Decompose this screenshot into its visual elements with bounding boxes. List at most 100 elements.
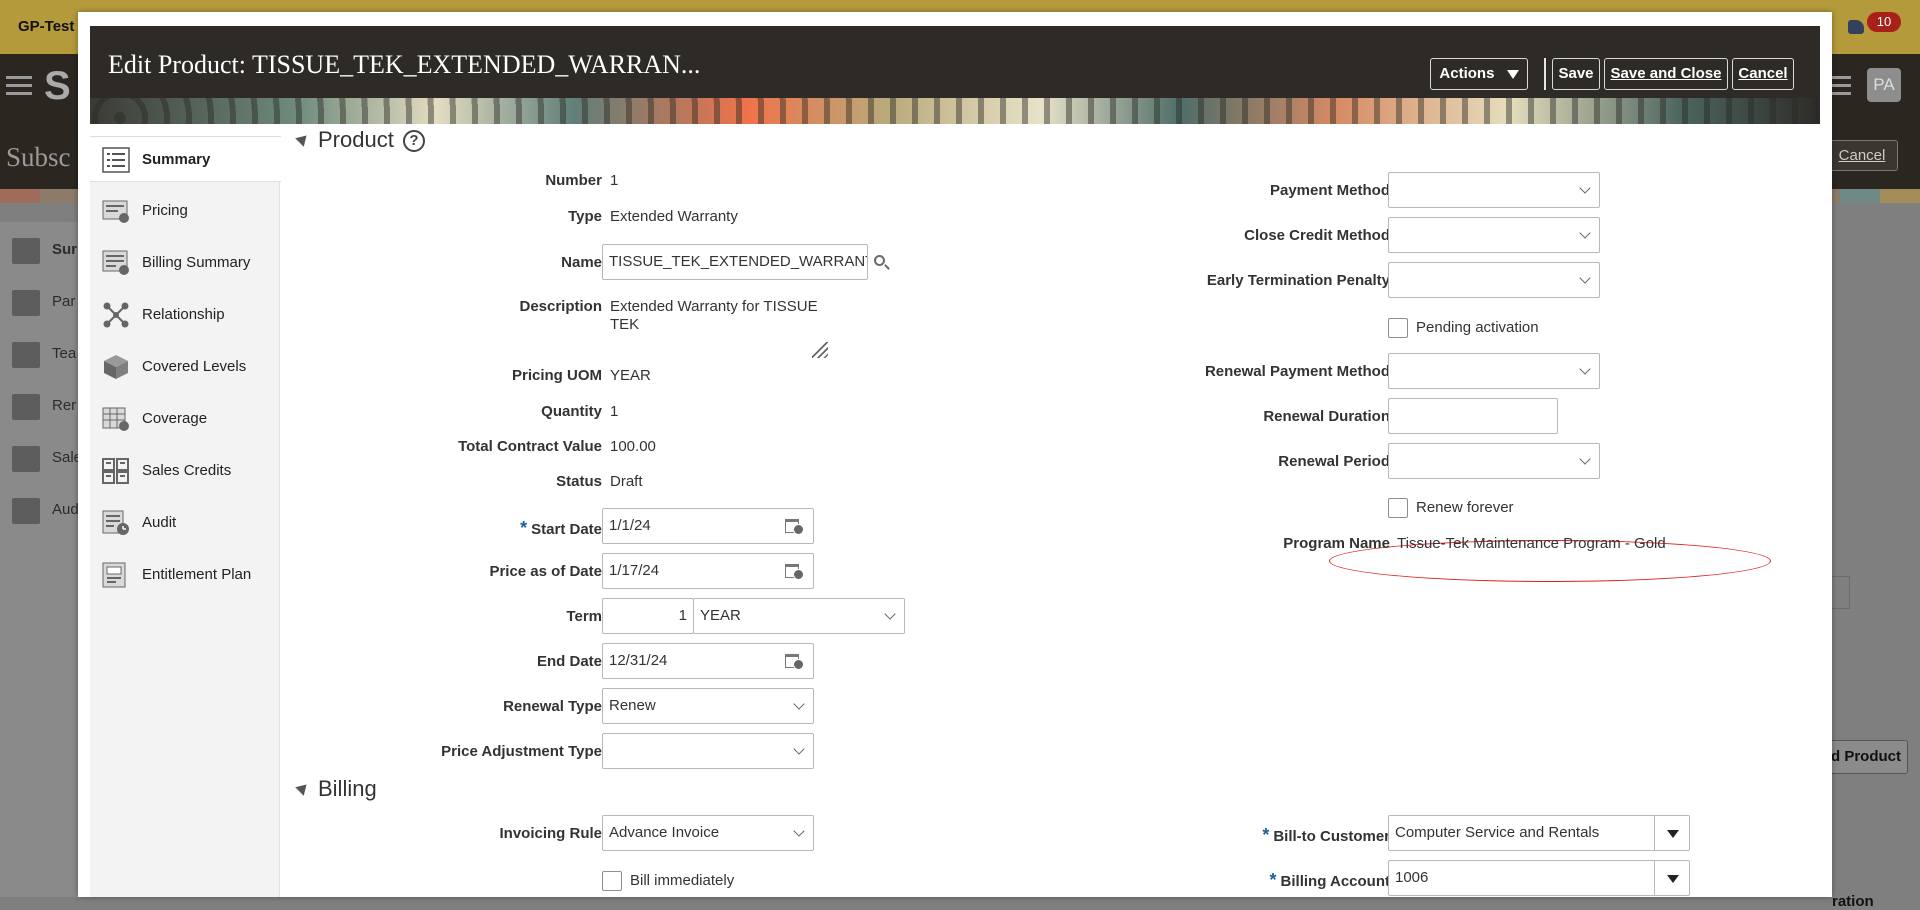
nav-item-coverage[interactable]: Coverage [90, 396, 280, 442]
pricing-uom-value: YEAR [610, 367, 651, 384]
nav-label: Pricing [142, 202, 188, 219]
nav-item-entitlement-plan[interactable]: Entitlement Plan [90, 552, 280, 598]
renewal-payment-method-label: Renewal Payment Method [1204, 363, 1390, 380]
billing-section-title: Billing [318, 776, 377, 801]
sales-credits-icon [102, 458, 129, 484]
dialog-header: Edit Product: TISSUE_TEK_EXTENDED_WARRAN… [90, 26, 1820, 124]
audit-icon [102, 510, 129, 535]
description-textarea[interactable]: Extended Warranty for TISSUE TEK [602, 292, 828, 360]
chevron-down-icon [793, 825, 805, 837]
nav-label: Audit [142, 514, 177, 531]
renewal-payment-method-select[interactable] [1388, 353, 1600, 389]
nav-item-sales-credits[interactable]: Sales Credits [90, 448, 280, 494]
search-icon[interactable] [874, 255, 890, 271]
nav-label: Coverage [142, 410, 208, 427]
number-value: 1 [610, 172, 619, 189]
pending-activation-checkbox[interactable] [1388, 318, 1408, 338]
collapse-billing-icon[interactable] [295, 780, 311, 796]
nav-label: Covered Levels [142, 358, 247, 375]
renewal-duration-input[interactable] [1388, 398, 1558, 434]
entitlement-plan-icon [102, 562, 126, 588]
navigator-menu-icon[interactable] [6, 76, 32, 96]
renew-forever-label: Renew forever [1416, 499, 1514, 516]
actions-menu-button[interactable]: Actions [1430, 58, 1528, 90]
save-button[interactable]: Save [1552, 58, 1600, 90]
quantity-label: Quantity [541, 403, 602, 420]
nav-item-covered-levels[interactable]: Covered Levels [90, 344, 280, 390]
collapse-product-icon[interactable] [295, 131, 311, 147]
name-label: Name [561, 254, 602, 271]
end-date-input[interactable]: 12/31/24 [602, 643, 814, 679]
nav-label: Entitlement Plan [142, 566, 252, 583]
payment-method-label: Payment Method [1269, 182, 1390, 199]
status-label: Status [556, 473, 602, 490]
nav-label: Relationship [142, 306, 225, 323]
start-date-label: * Start Date [520, 518, 602, 538]
renewal-duration-label: Renewal Duration [1263, 408, 1390, 425]
status-value: Draft [610, 473, 643, 490]
total-contract-value: 100.00 [610, 438, 656, 455]
resize-handle-icon[interactable] [812, 342, 828, 358]
price-as-of-date-input[interactable]: 1/17/24 [602, 553, 814, 589]
billing-account-lov[interactable]: 1006 [1388, 860, 1690, 896]
background-page-title: Subsc [6, 142, 71, 172]
dialog-title: Edit Product: TISSUE_TEK_EXTENDED_WARRAN… [108, 50, 701, 79]
renewal-type-label: Renewal Type [503, 698, 602, 715]
nav-item-pricing[interactable]: Pricing [90, 188, 280, 234]
renewal-period-label: Renewal Period [1278, 453, 1390, 470]
nav-item-relationship[interactable]: Relationship [90, 292, 280, 338]
early-termination-penalty-label: Early Termination Penalty [1206, 272, 1390, 289]
close-credit-method-select[interactable] [1388, 217, 1600, 253]
term-value-input[interactable]: 1 [602, 598, 694, 634]
price-adjustment-type-select[interactable] [602, 733, 814, 769]
term-unit-select[interactable]: YEAR [693, 598, 905, 634]
nav-item-billing-summary[interactable]: Billing Summary [90, 240, 280, 286]
edit-product-dialog: Edit Product: TISSUE_TEK_EXTENDED_WARRAN… [78, 12, 1832, 897]
background-sidebar: Sur Par Tea Rer Sale Aud [0, 222, 82, 897]
number-label: Number [545, 172, 602, 189]
cancel-button[interactable]: Cancel [1732, 58, 1794, 90]
notifications-icon[interactable] [1848, 20, 1864, 34]
calendar-icon[interactable] [785, 562, 805, 580]
lov-dropdown-icon[interactable] [1654, 861, 1689, 895]
renewal-period-select[interactable] [1388, 443, 1600, 479]
product-section-title: Product [318, 127, 394, 152]
chevron-down-icon [1579, 182, 1591, 194]
type-label: Type [568, 208, 602, 225]
early-termination-penalty-select[interactable] [1388, 262, 1600, 298]
help-icon[interactable]: ? [403, 130, 425, 152]
background-add-product-button[interactable]: d Product [1826, 740, 1908, 774]
invoicing-rule-label: Invoicing Rule [499, 825, 602, 842]
chevron-down-icon [793, 698, 805, 710]
nav-item-audit[interactable]: Audit [90, 500, 280, 546]
background-cancel-button[interactable]: Cancel [1826, 140, 1898, 171]
nav-label: Summary [142, 151, 211, 168]
notification-badge[interactable]: 10 [1867, 12, 1901, 32]
renew-forever-checkbox[interactable] [1388, 498, 1408, 518]
calendar-icon[interactable] [785, 517, 805, 535]
save-and-close-button[interactable]: Save and Close [1604, 58, 1728, 90]
chevron-down-icon [1579, 453, 1591, 465]
environment-label: GP-Test [18, 18, 75, 35]
bill-immediately-checkbox[interactable] [602, 871, 622, 891]
billing-summary-icon [102, 250, 129, 275]
bill-immediately-label: Bill immediately [630, 872, 735, 889]
lov-dropdown-icon[interactable] [1654, 816, 1689, 850]
payment-method-select[interactable] [1388, 172, 1600, 208]
name-input[interactable]: TISSUE_TEK_EXTENDED_WARRANTY [602, 244, 868, 280]
price-as-of-date-label: Price as of Date [489, 563, 602, 580]
close-credit-method-label: Close Credit Method [1244, 227, 1390, 244]
calendar-icon[interactable] [785, 652, 805, 670]
renewal-type-select[interactable]: Renew [602, 688, 814, 724]
caret-down-icon [1506, 69, 1519, 79]
coverage-icon [102, 407, 129, 431]
invoicing-rule-select[interactable]: Advance Invoice [602, 815, 814, 851]
program-name-label: Program Name [1283, 535, 1390, 552]
start-date-input[interactable]: 1/1/24 [602, 508, 814, 544]
background-text: ration [1832, 893, 1874, 910]
chevron-down-icon [793, 743, 805, 755]
user-avatar[interactable]: PA [1867, 68, 1901, 102]
nav-item-summary[interactable]: Summary [90, 136, 281, 182]
bill-to-customer-lov[interactable]: Computer Service and Rentals [1388, 815, 1690, 851]
billing-account-label: * Billing Account [1269, 870, 1390, 890]
